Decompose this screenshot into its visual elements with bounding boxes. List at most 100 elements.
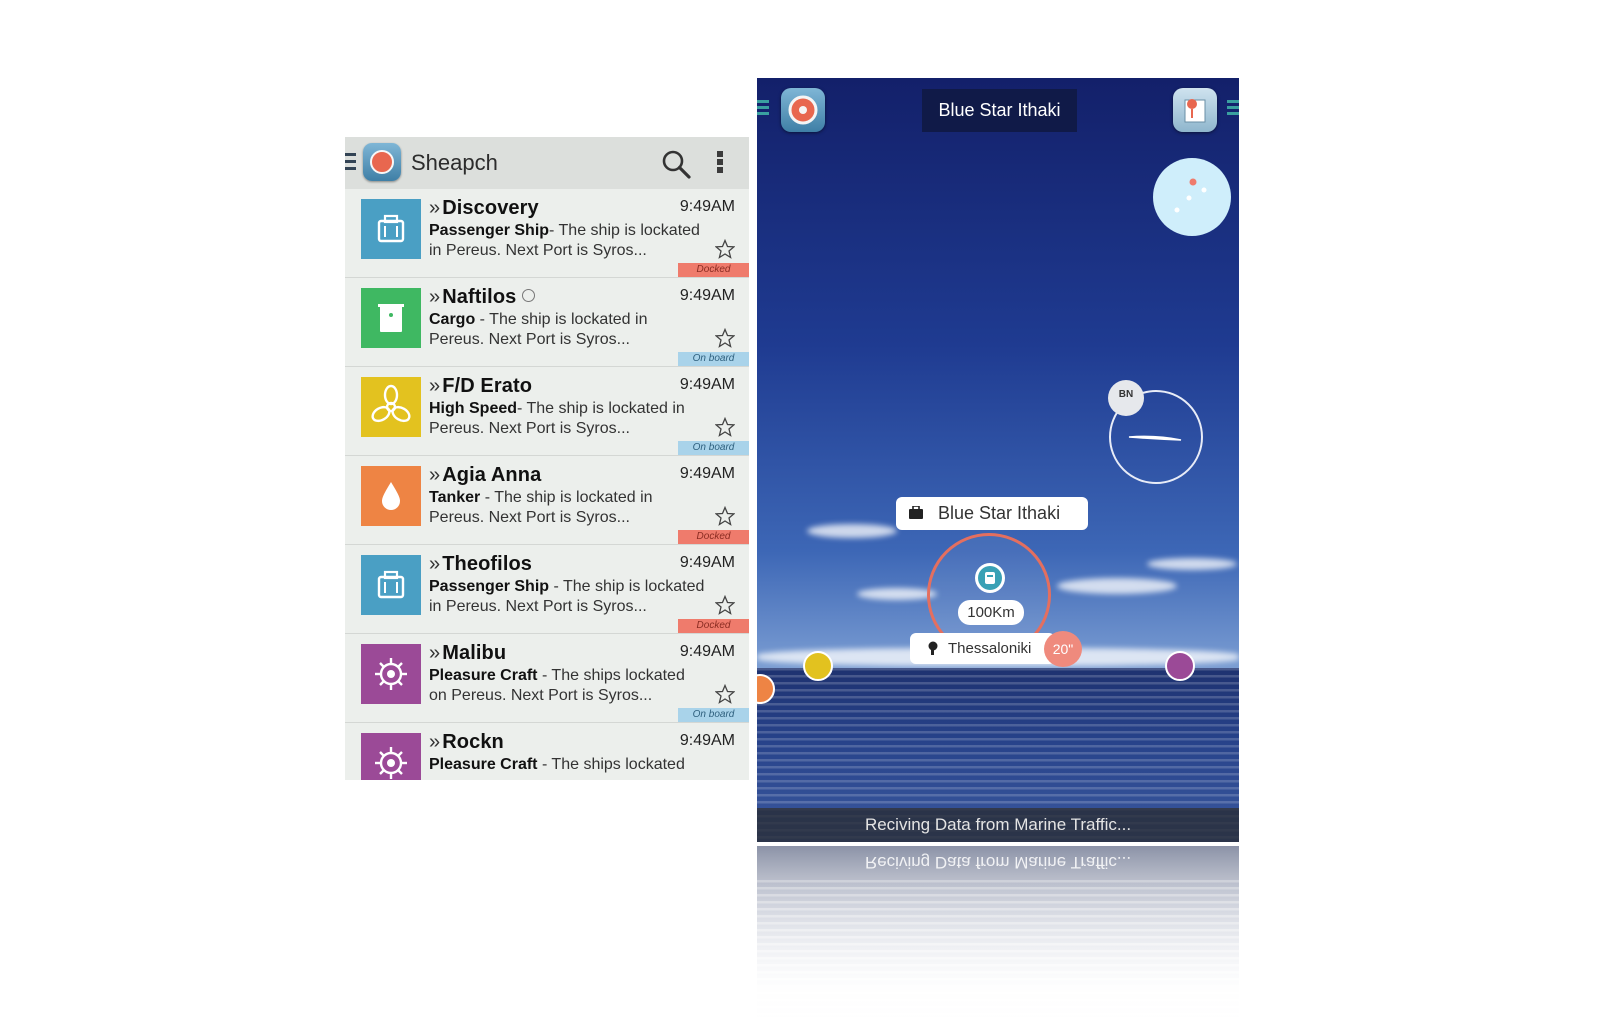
luggage-icon — [909, 506, 923, 519]
radar-blip — [1174, 207, 1180, 213]
chevron-icon: » — [429, 553, 441, 575]
list-item[interactable]: » Agia Anna 9:49AM Tanker - The ship is loc… — [345, 456, 749, 546]
ar-title: Blue Star Ithaki — [922, 89, 1077, 132]
ship-time: 9:49AM — [679, 198, 735, 215]
status-bar: Reciving Data from Marine Traffic... — [757, 808, 1239, 842]
ship-type-tile — [361, 288, 421, 348]
clock-icon — [522, 289, 536, 302]
ship-type: Passenger Ship — [429, 222, 550, 239]
ship-description: Pleasure Craft - The ships lockated — [429, 756, 685, 773]
radar-blip — [1189, 178, 1197, 186]
radar-blip — [1186, 195, 1192, 201]
star-icon[interactable] — [715, 239, 735, 259]
ship-description: High Speed- The ship is lockated in Pereu… — [429, 400, 685, 437]
ship-label[interactable]: Blue Star Ithaki — [896, 497, 1088, 530]
compass-badge: BN — [1108, 380, 1144, 416]
list-item[interactable]: » F/D Erato 9:49AM High Speed- The ship is … — [345, 367, 749, 457]
star-icon[interactable] — [715, 684, 735, 704]
ship-type-tile — [361, 466, 421, 526]
star-icon[interactable] — [715, 506, 735, 526]
cargo-box-icon — [378, 304, 404, 332]
status-badge: Docked — [678, 530, 749, 544]
port-label-text: Thessaloniki — [948, 640, 1032, 657]
ship-type: Pleasure Craft — [429, 756, 538, 773]
lifebuoy-icon — [788, 95, 818, 125]
app-logo-button[interactable] — [781, 88, 825, 132]
ship-name: » Theofilos — [429, 553, 533, 575]
ship-name: » F/D Erato — [429, 375, 533, 397]
ship-label-text: Blue Star Ithaki — [938, 503, 1061, 523]
ship-type-tile — [361, 199, 421, 259]
target-ship-icon[interactable] — [975, 563, 1005, 593]
ship-list-screen: Sheарch » Discovery 9:49AM Passenger Ship- … — [345, 137, 749, 780]
chevron-icon: » — [429, 197, 441, 219]
location-icon — [928, 641, 938, 655]
poi-pleasure-craft-icon[interactable] — [1165, 651, 1195, 681]
status-badge: On board — [678, 352, 749, 366]
ship-name: » Discovery — [429, 197, 539, 219]
map-button[interactable] — [1173, 88, 1217, 132]
ship-name: » Malibu — [429, 642, 507, 664]
temperature-badge: 20" — [1044, 631, 1082, 667]
poi-high-speed-icon[interactable] — [803, 651, 833, 681]
map-pin-icon — [1184, 99, 1206, 123]
star-icon[interactable] — [715, 417, 735, 437]
ship-time: 9:49AM — [679, 376, 735, 393]
ship-time: 9:49AM — [679, 287, 735, 304]
ship-type: Passenger Ship — [429, 578, 550, 595]
ship-description: Pleasure Craft - The ships lockated on Pe… — [429, 667, 685, 704]
ship-type: Pleasure Craft — [429, 667, 538, 684]
list-item[interactable]: » Naftilos 9:49AM Cargo - The ship is locka… — [345, 278, 749, 368]
status-badge: On board — [678, 441, 749, 455]
radar[interactable] — [1153, 158, 1231, 236]
ship-description: Passenger Ship- The ship is lockated in P… — [429, 222, 700, 259]
list-item[interactable]: » Discovery 9:49AM Passenger Ship- The ship… — [345, 189, 749, 279]
ship-type: High Speed — [429, 400, 518, 417]
ship-time: 9:49AM — [679, 465, 735, 482]
radar-blip — [1201, 187, 1207, 193]
port-label[interactable]: Thessaloniki — [910, 633, 1055, 664]
ship-name: » Rockn — [429, 731, 504, 753]
ship-type: Tanker — [429, 489, 481, 506]
status-badge: On board — [678, 708, 749, 722]
distance-badge: 100Km — [958, 600, 1024, 625]
list-item[interactable]: » Theofilos 9:49AM Passenger Ship - The shi… — [345, 545, 749, 635]
ship-name: » Naftilos — [429, 286, 536, 309]
left-menu-icon[interactable] — [757, 100, 769, 116]
ship-type-tile — [361, 733, 421, 780]
ship-description: Tanker - The ship is lockated in Pereus. … — [429, 489, 653, 526]
status-badge: Docked — [678, 263, 749, 277]
cloud — [807, 524, 897, 538]
ship-time: 9:49AM — [679, 554, 735, 571]
ship-description: Passenger Ship - The ship is lockated in … — [429, 578, 705, 615]
search-icon[interactable] — [661, 149, 691, 179]
overflow-menu-icon[interactable] — [717, 151, 723, 177]
chevron-icon: » — [429, 731, 441, 753]
cloud — [1147, 558, 1237, 570]
ar-reflection: Reciving Data from Marine Traffic... — [757, 846, 1239, 1017]
menu-icon[interactable] — [345, 153, 356, 171]
status-badge: Docked — [678, 619, 749, 633]
list-item[interactable]: » Rockn 9:49AM Pleasure Craft - The ships l… — [345, 723, 749, 780]
right-menu-icon[interactable] — [1227, 100, 1239, 116]
chevron-icon: » — [429, 286, 441, 308]
ship-time: 9:49AM — [679, 643, 735, 660]
app-logo-icon[interactable] — [363, 143, 401, 181]
ship-name: » Agia Anna — [429, 464, 542, 486]
list-reflection: »Discovery9:49AMPassenger Ship- The ship… — [345, 780, 749, 1017]
chevron-icon: » — [429, 375, 441, 397]
cloud — [857, 588, 937, 600]
list-item[interactable]: » Malibu 9:49AM Pleasure Craft - The ships … — [345, 634, 749, 724]
ar-view-screen: Blue Star Ithaki BN Blue Star Ithaki 100… — [757, 78, 1239, 842]
ship-time: 9:49AM — [679, 732, 735, 749]
chevron-icon: » — [429, 464, 441, 486]
cloud — [1057, 578, 1177, 594]
app-title: Sheарch — [411, 150, 498, 175]
ship-type-tile — [361, 555, 421, 615]
ship-description: Cargo - The ship is lockated in Pereus. N… — [429, 311, 648, 348]
ship-type-tile — [361, 377, 421, 437]
star-icon[interactable] — [715, 328, 735, 348]
ship-type: Cargo — [429, 311, 476, 328]
ship-type-tile — [361, 644, 421, 704]
star-icon[interactable] — [715, 595, 735, 615]
